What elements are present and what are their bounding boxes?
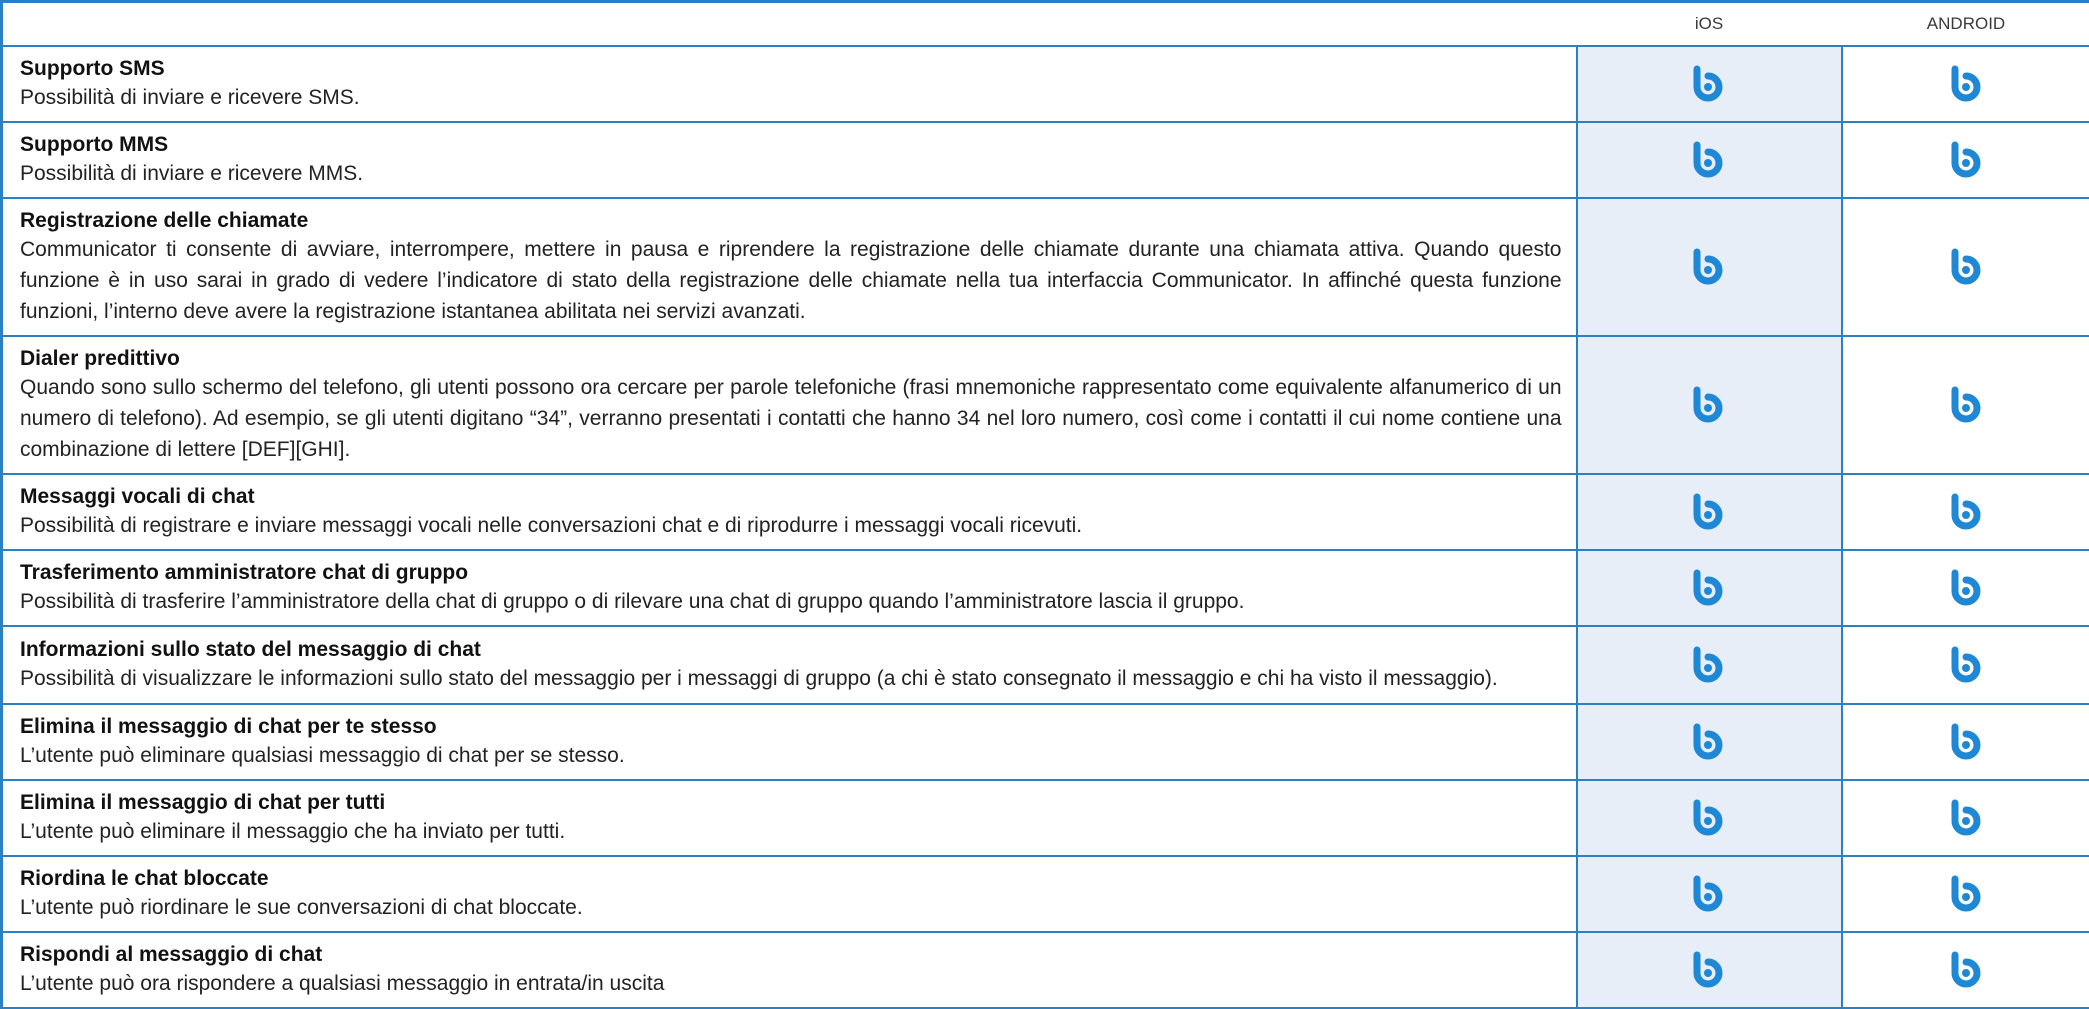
feature-column-header	[2, 2, 1577, 47]
b-logo-icon	[1949, 875, 1985, 913]
feature-cell: Elimina il messaggio di chat per tutti L…	[2, 780, 1577, 856]
table-row: Rispondi al messaggio di chat L’utente p…	[2, 932, 2089, 1008]
android-support-cell	[1842, 704, 2089, 780]
table-row: Elimina il messaggio di chat per tutti L…	[2, 780, 2089, 856]
feature-cell: Registrazione delle chiamate Communicato…	[2, 198, 1577, 336]
ios-support-cell	[1577, 780, 1842, 856]
ios-support-cell	[1577, 856, 1842, 932]
feature-description: L’utente può eliminare il messaggio che …	[20, 816, 1562, 847]
feature-title: Riordina le chat bloccate	[20, 865, 1562, 892]
feature-description: L’utente può ora rispondere a qualsiasi …	[20, 968, 1562, 999]
android-support-cell	[1842, 46, 2089, 122]
table-row: Supporto SMS Possibilità di inviare e ri…	[2, 46, 2089, 122]
table-row: Supporto MMS Possibilità di inviare e ri…	[2, 122, 2089, 198]
ios-support-cell	[1577, 122, 1842, 198]
android-support-cell	[1842, 336, 2089, 474]
table-row: Informazioni sullo stato del messaggio d…	[2, 626, 2089, 704]
b-logo-icon	[1949, 799, 1985, 837]
ios-support-cell	[1577, 550, 1842, 626]
table-header-row: iOS ANDROID	[2, 2, 2089, 47]
feature-description: Possibilità di visualizzare le informazi…	[20, 663, 1562, 694]
feature-description: Possibilità di trasferire l’amministrato…	[20, 586, 1562, 617]
feature-cell: Messaggi vocali di chat Possibilità di r…	[2, 474, 1577, 550]
ios-support-cell	[1577, 474, 1842, 550]
b-logo-icon	[1949, 493, 1985, 531]
table-row: Trasferimento amministratore chat di gru…	[2, 550, 2089, 626]
android-support-cell	[1842, 780, 2089, 856]
feature-title: Supporto MMS	[20, 131, 1562, 158]
android-column-header: ANDROID	[1842, 2, 2089, 47]
b-logo-icon	[1691, 951, 1727, 989]
android-support-cell	[1842, 856, 2089, 932]
b-logo-icon	[1691, 141, 1727, 179]
feature-title: Elimina il messaggio di chat per te stes…	[20, 713, 1562, 740]
android-support-cell	[1842, 932, 2089, 1008]
ios-support-cell	[1577, 932, 1842, 1008]
b-logo-icon	[1691, 493, 1727, 531]
table-row: Dialer predittivo Quando sono sullo sche…	[2, 336, 2089, 474]
feature-title: Informazioni sullo stato del messaggio d…	[20, 636, 1562, 663]
feature-cell: Elimina il messaggio di chat per te stes…	[2, 704, 1577, 780]
feature-comparison-page: iOS ANDROID Supporto SMS Possibilità di …	[0, 0, 2089, 1006]
feature-cell: Informazioni sullo stato del messaggio d…	[2, 626, 1577, 704]
feature-cell: Dialer predittivo Quando sono sullo sche…	[2, 336, 1577, 474]
b-logo-icon	[1691, 799, 1727, 837]
android-support-cell	[1842, 626, 2089, 704]
feature-description: Quando sono sullo schermo del telefono, …	[20, 372, 1562, 465]
feature-rows: Supporto SMS Possibilità di inviare e ri…	[2, 46, 2089, 1008]
feature-title: Elimina il messaggio di chat per tutti	[20, 789, 1562, 816]
b-logo-icon	[1691, 248, 1727, 286]
feature-description: Communicator ti consente di avviare, int…	[20, 234, 1562, 327]
feature-cell: Trasferimento amministratore chat di gru…	[2, 550, 1577, 626]
b-logo-icon	[1949, 569, 1985, 607]
feature-description: L’utente può eliminare qualsiasi messagg…	[20, 740, 1562, 771]
feature-title: Messaggi vocali di chat	[20, 483, 1562, 510]
b-logo-icon	[1691, 386, 1727, 424]
feature-description: Possibilità di registrare e inviare mess…	[20, 510, 1562, 541]
table-row: Elimina il messaggio di chat per te stes…	[2, 704, 2089, 780]
table-row: Riordina le chat bloccate L’utente può r…	[2, 856, 2089, 932]
table-row: Registrazione delle chiamate Communicato…	[2, 198, 2089, 336]
b-logo-icon	[1949, 723, 1985, 761]
feature-title: Registrazione delle chiamate	[20, 207, 1562, 234]
b-logo-icon	[1949, 951, 1985, 989]
feature-title: Rispondi al messaggio di chat	[20, 941, 1562, 968]
b-logo-icon	[1949, 248, 1985, 286]
table-row: Messaggi vocali di chat Possibilità di r…	[2, 474, 2089, 550]
b-logo-icon	[1691, 723, 1727, 761]
b-logo-icon	[1949, 141, 1985, 179]
ios-support-cell	[1577, 704, 1842, 780]
b-logo-icon	[1691, 65, 1727, 103]
feature-title: Supporto SMS	[20, 55, 1562, 82]
b-logo-icon	[1691, 875, 1727, 913]
b-logo-icon	[1949, 65, 1985, 103]
android-support-cell	[1842, 198, 2089, 336]
feature-cell: Supporto MMS Possibilità di inviare e ri…	[2, 122, 1577, 198]
b-logo-icon	[1949, 646, 1985, 684]
ios-column-header: iOS	[1577, 2, 1842, 47]
ios-support-cell	[1577, 336, 1842, 474]
ios-support-cell	[1577, 46, 1842, 122]
android-support-cell	[1842, 474, 2089, 550]
feature-description: Possibilità di inviare e ricevere MMS.	[20, 158, 1562, 189]
feature-table: iOS ANDROID Supporto SMS Possibilità di …	[0, 0, 2089, 1009]
feature-cell: Supporto SMS Possibilità di inviare e ri…	[2, 46, 1577, 122]
ios-support-cell	[1577, 626, 1842, 704]
android-support-cell	[1842, 122, 2089, 198]
feature-description: L’utente può riordinare le sue conversaz…	[20, 892, 1562, 923]
feature-cell: Rispondi al messaggio di chat L’utente p…	[2, 932, 1577, 1008]
feature-title: Dialer predittivo	[20, 345, 1562, 372]
b-logo-icon	[1949, 386, 1985, 424]
feature-description: Possibilità di inviare e ricevere SMS.	[20, 82, 1562, 113]
android-support-cell	[1842, 550, 2089, 626]
b-logo-icon	[1691, 646, 1727, 684]
feature-cell: Riordina le chat bloccate L’utente può r…	[2, 856, 1577, 932]
feature-title: Trasferimento amministratore chat di gru…	[20, 559, 1562, 586]
b-logo-icon	[1691, 569, 1727, 607]
ios-support-cell	[1577, 198, 1842, 336]
